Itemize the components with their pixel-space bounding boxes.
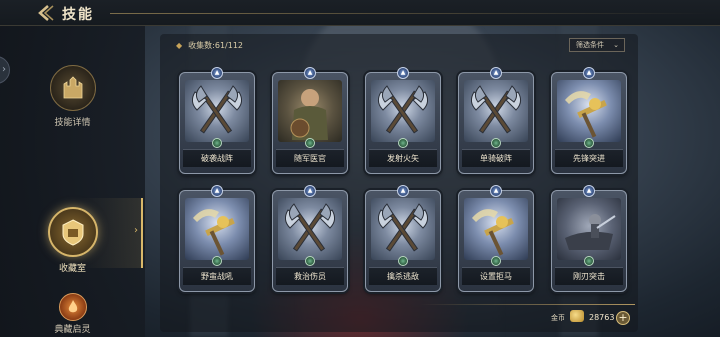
sidebar-item-spirit[interactable]: 典藏启灵 bbox=[0, 293, 145, 335]
type-gem-icon bbox=[491, 256, 501, 266]
skill-card[interactable]: ▲ 发射火矢 bbox=[365, 67, 441, 174]
rarity-gem-icon: ▲ bbox=[397, 67, 409, 79]
crossed-axes-art bbox=[278, 198, 342, 260]
skill-card-name: 单骑破阵 bbox=[462, 149, 530, 167]
skill-card[interactable]: ▲ 设置拒马 bbox=[458, 185, 534, 292]
type-gem-icon bbox=[398, 256, 408, 266]
skill-card-name: 救治伤员 bbox=[276, 267, 344, 285]
type-gem-icon bbox=[305, 256, 315, 266]
collection-count-label: 收集数:61/112 bbox=[188, 41, 243, 50]
gold-coin-icon bbox=[570, 310, 584, 322]
rarity-gem-icon: ▲ bbox=[397, 185, 409, 197]
skill-card[interactable]: ▲ 刚刃突击 bbox=[551, 185, 627, 292]
rarity-gem-icon: ▲ bbox=[211, 185, 223, 197]
rarity-gem-icon: ▲ bbox=[304, 185, 316, 197]
type-gem-icon bbox=[305, 138, 315, 148]
crossed-axes-art bbox=[185, 80, 249, 142]
rarity-gem-icon: ▲ bbox=[211, 67, 223, 79]
skill-card[interactable]: ▲ 擒杀逃敌 bbox=[365, 185, 441, 292]
skill-card[interactable]: ▲ 破袭战阵 bbox=[179, 67, 255, 174]
spirit-flame-icon bbox=[58, 293, 87, 321]
rarity-gem-icon: ▲ bbox=[490, 185, 502, 197]
type-gem-icon bbox=[491, 138, 501, 148]
currency-divider bbox=[420, 304, 635, 305]
skill-card[interactable]: ▲ 单骑破阵 bbox=[458, 67, 534, 174]
type-gem-icon bbox=[584, 256, 594, 266]
type-gem-icon bbox=[212, 256, 222, 266]
skill-card[interactable]: ▲ 野蛮战吼 bbox=[179, 185, 255, 292]
type-gem-icon bbox=[398, 138, 408, 148]
sidebar-item-skill-detail[interactable]: 技能详情 bbox=[0, 65, 145, 128]
currency-value: 28763 bbox=[589, 313, 615, 322]
winged-hammer-art bbox=[464, 198, 528, 260]
rarity-gem-icon: ▲ bbox=[583, 67, 595, 79]
winged-hammer-art bbox=[557, 80, 621, 142]
rarity-gem-icon: ▲ bbox=[304, 67, 316, 79]
sidebar-item-label: 收藏室 bbox=[58, 264, 86, 274]
rarity-gem-icon: ▲ bbox=[583, 185, 595, 197]
sidebar-item-collection[interactable]: 收藏室 bbox=[0, 207, 145, 274]
currency-label: 金币 bbox=[551, 314, 565, 322]
sidebar-item-label: 典藏启灵 bbox=[54, 325, 91, 335]
diamond-icon: ◆ bbox=[176, 41, 183, 50]
crossed-axes-art bbox=[464, 80, 528, 142]
rarity-gem-icon: ▲ bbox=[490, 67, 502, 79]
top-bar: 技能 bbox=[0, 0, 720, 26]
winged-hammer-art bbox=[185, 198, 249, 260]
skill-card[interactable]: ▲ 救治伤员 bbox=[272, 185, 348, 292]
skill-card-name: 擒杀逃敌 bbox=[369, 267, 437, 285]
medic-officer-art bbox=[278, 80, 342, 142]
sidebar-item-label: 技能详情 bbox=[54, 118, 91, 128]
castle-icon bbox=[49, 65, 96, 111]
skill-card-name: 刚刃突击 bbox=[555, 267, 623, 285]
title-divider bbox=[110, 13, 710, 14]
skill-card-name: 先锋突进 bbox=[555, 149, 623, 167]
skill-card-name: 破袭战阵 bbox=[183, 149, 251, 167]
skill-card-name: 野蛮战吼 bbox=[183, 267, 251, 285]
crossed-axes-art bbox=[371, 80, 435, 142]
type-gem-icon bbox=[584, 138, 594, 148]
skill-card[interactable]: ▲ 先锋突进 bbox=[551, 67, 627, 174]
skill-card-name: 随军医官 bbox=[276, 149, 344, 167]
crossed-axes-art bbox=[371, 198, 435, 260]
skill-card-name: 设置拒马 bbox=[462, 267, 530, 285]
blade-charge-art bbox=[557, 198, 621, 260]
skill-card-name: 发射火矢 bbox=[369, 149, 437, 167]
collection-crest-icon bbox=[47, 207, 98, 257]
back-arrow-icon[interactable] bbox=[34, 3, 56, 23]
skill-card[interactable]: ▲ 随军医官 bbox=[272, 67, 348, 174]
filter-label: 筛选条件 bbox=[576, 41, 604, 49]
chevron-down-icon: ⌄ bbox=[613, 41, 619, 49]
type-gem-icon bbox=[212, 138, 222, 148]
add-currency-button[interactable]: + bbox=[616, 311, 630, 325]
page-title: 技能 bbox=[62, 7, 94, 23]
filter-dropdown[interactable]: 筛选条件 ⌄ bbox=[569, 38, 625, 52]
collection-count: ◆ 收集数:61/112 bbox=[176, 40, 243, 51]
